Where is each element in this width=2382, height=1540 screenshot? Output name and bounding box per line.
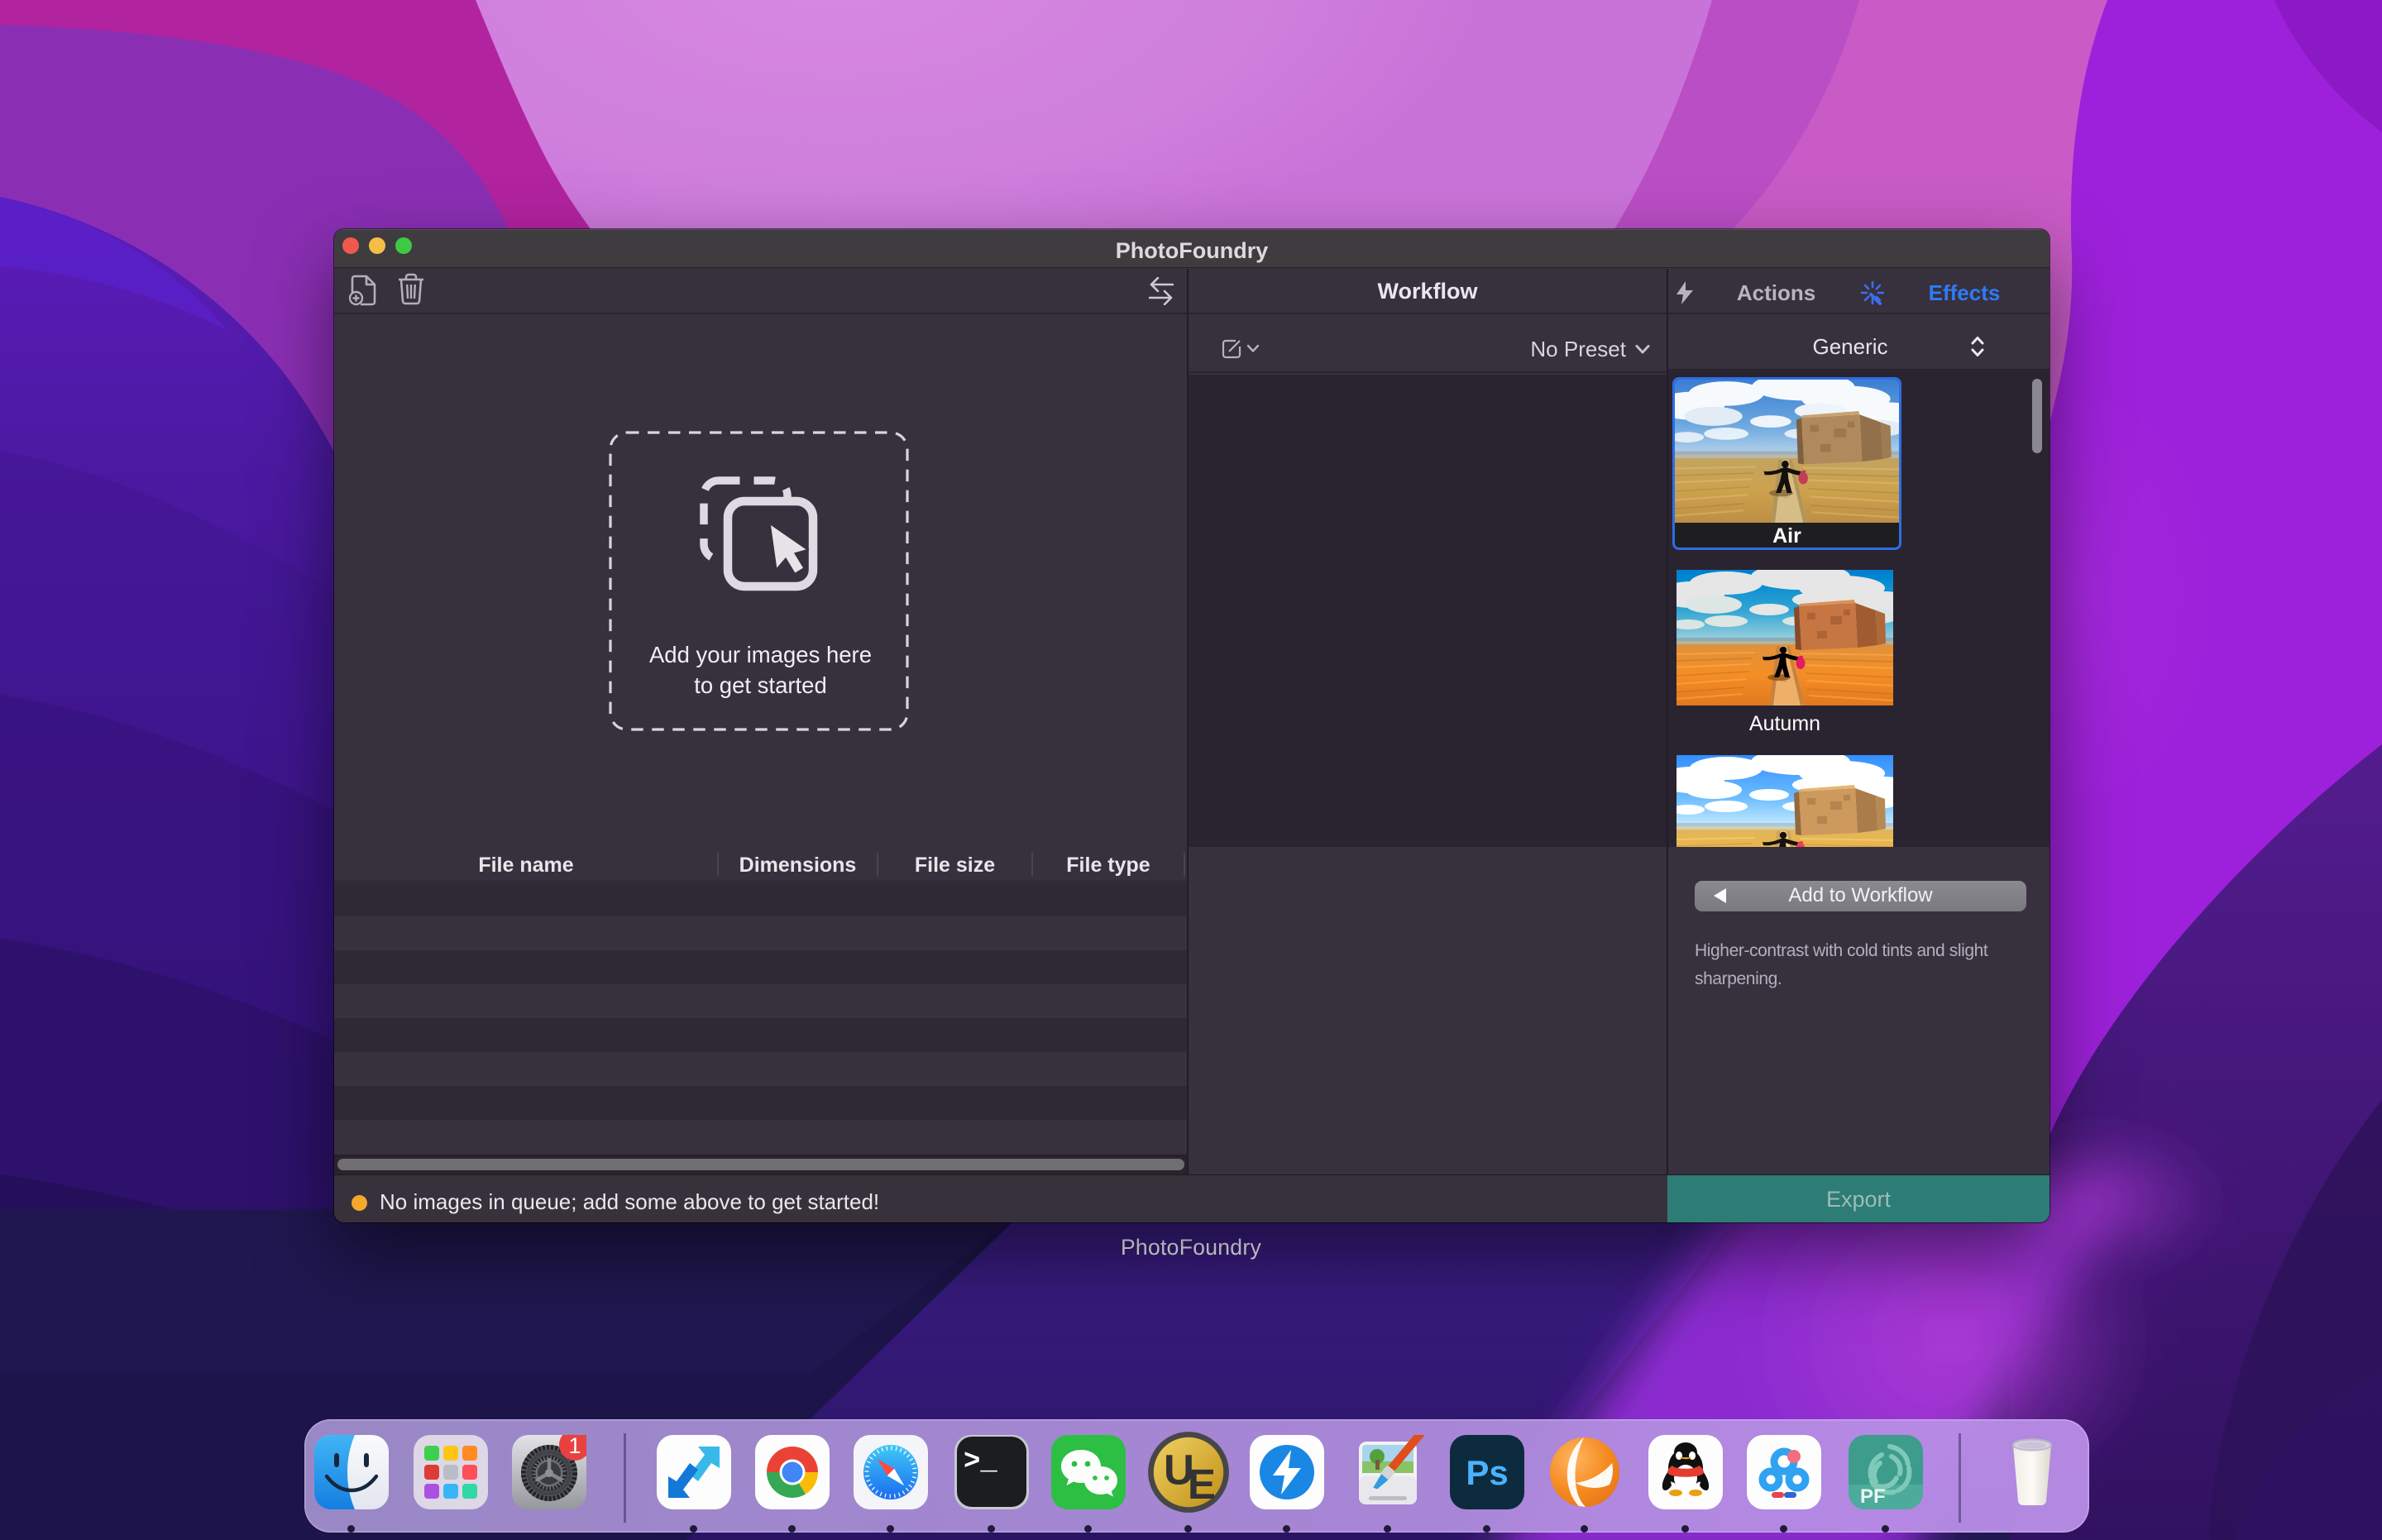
svg-text:>_: >_ [964,1447,997,1478]
svg-text:PF: PF [1860,1485,1886,1508]
svg-text:E: E [1188,1461,1216,1508]
svg-text:1: 1 [568,1435,581,1458]
svg-text:Ps: Ps [1466,1453,1508,1492]
